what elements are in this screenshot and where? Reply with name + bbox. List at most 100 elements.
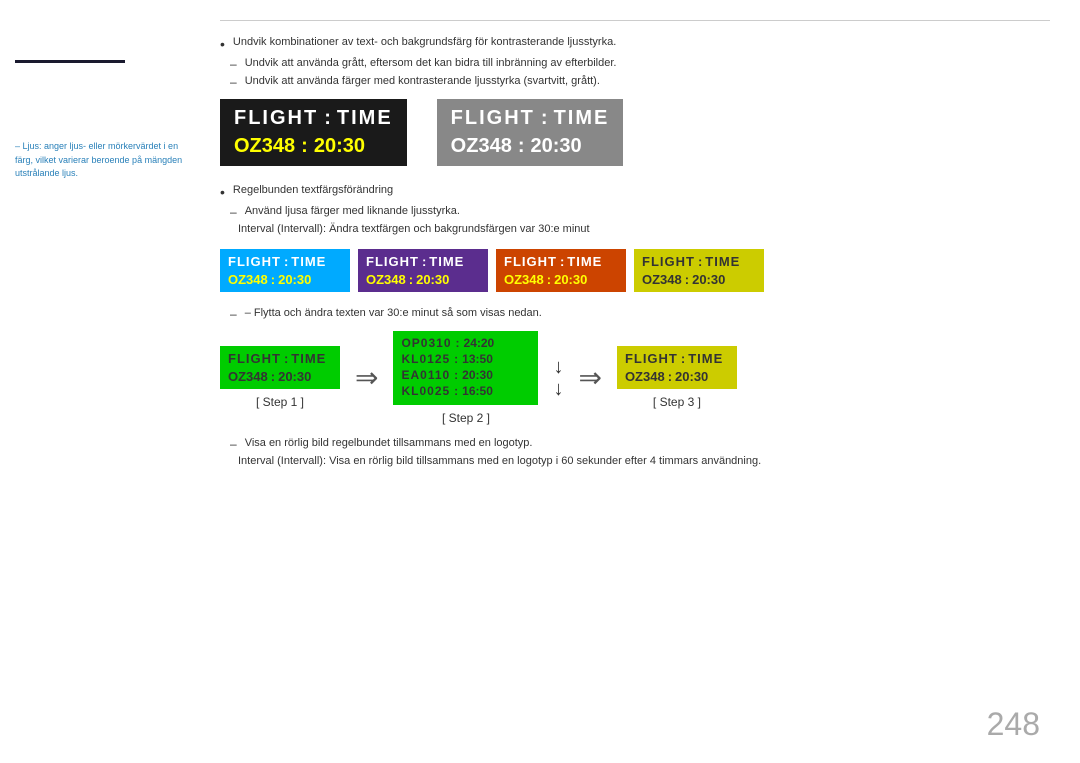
- orange-bottom: OZ348 : 20:30: [504, 272, 618, 287]
- mf-time-3: 20:30: [462, 368, 493, 382]
- mf-colon-4: :: [454, 384, 458, 398]
- mf-code-4: KL0025: [401, 384, 450, 398]
- dash-item-3: – Använd ljusa färger med liknande ljuss…: [220, 205, 1050, 219]
- arrow-down-group: ↓ ↓: [553, 357, 563, 399]
- sidebar: – Ljus: anger ljus- eller mörkervärdet i…: [0, 0, 200, 763]
- top-divider: [220, 20, 1050, 21]
- step1-colon2: :: [271, 369, 275, 384]
- cyan-bottom: OZ348 : 20:30: [228, 272, 342, 287]
- dash-text-4: Interval (Intervall): Ändra textfärgen o…: [238, 223, 590, 235]
- large-number-gray: OZ348: [451, 135, 512, 158]
- dash-item-1: – Undvik att använda grått, eftersom det…: [220, 57, 1050, 71]
- arrow-down-1: ↓: [553, 357, 563, 377]
- step1-label: FLIGHT: [228, 351, 281, 366]
- step3-wrapper: FLIGHT : TIME OZ348 : 20:30 [ Step 3 ]: [617, 346, 737, 409]
- purple-top: FLIGHT : TIME: [366, 254, 480, 269]
- mf-time-2: 13:50: [462, 352, 493, 366]
- mf-row-2: KL0125 : 13:50: [401, 352, 530, 366]
- dash-item-4: Interval (Intervall): Ändra textfärgen o…: [220, 223, 1050, 235]
- purple-colon2: :: [409, 272, 413, 287]
- cyan-number: OZ348: [228, 272, 268, 287]
- step3-timelabel: TIME: [688, 351, 723, 366]
- bottom-dash-1: –: [230, 437, 237, 451]
- step1-bottom: OZ348 : 20:30: [228, 369, 332, 384]
- page-number: 248: [987, 706, 1040, 743]
- step1-time: 20:30: [278, 369, 311, 384]
- mf-time-4: 16:50: [462, 384, 493, 398]
- flight-box-yellow: FLIGHT : TIME OZ348 : 20:30: [634, 249, 764, 292]
- step1-colon1: :: [284, 351, 288, 366]
- purple-bottom: OZ348 : 20:30: [366, 272, 480, 287]
- cyan-colon1: :: [284, 254, 288, 269]
- cyan-time: 20:30: [278, 272, 311, 287]
- yellow-label: FLIGHT: [642, 254, 695, 269]
- step2-label-text: [ Step 2 ]: [442, 411, 490, 425]
- yellow-time: 20:30: [692, 272, 725, 287]
- step-note-text: – Flytta och ändra texten var 30:e minut…: [245, 307, 542, 319]
- bullet-text-2: Regelbunden textfärgsförändring: [233, 184, 393, 196]
- orange-label: FLIGHT: [504, 254, 557, 269]
- dash-text-2: Undvik att använda färger med kontraster…: [245, 75, 600, 87]
- dash-mark-2: –: [230, 75, 237, 89]
- step3-time: 20:30: [675, 369, 708, 384]
- mf-code-2: KL0125: [401, 352, 450, 366]
- large-label-gray: FLIGHT: [451, 107, 535, 130]
- step2-wrapper: OP0310 : 24:20 KL0125 : 13:50 EA0110 : 2…: [393, 331, 538, 425]
- step1-number: OZ348: [228, 369, 268, 384]
- purple-timelabel: TIME: [429, 254, 464, 269]
- large-number-black: OZ348: [234, 135, 295, 158]
- dash-text-1: Undvik att använda grått, eftersom det k…: [245, 57, 617, 69]
- purple-colon1: :: [422, 254, 426, 269]
- step2-box: OP0310 : 24:20 KL0125 : 13:50 EA0110 : 2…: [393, 331, 538, 405]
- step1-top: FLIGHT : TIME: [228, 351, 332, 366]
- bottom-note-2: Interval (Intervall): Visa en rörlig bil…: [220, 455, 1050, 467]
- bullet-item-2: • Regelbunden textfärgsförändring: [220, 184, 1050, 201]
- dash-item-2: – Undvik att använda färger med kontrast…: [220, 75, 1050, 89]
- dash-mark-3: –: [230, 205, 237, 219]
- bullet-section-2: • Regelbunden textfärgsförändring – Anvä…: [220, 184, 1050, 235]
- yellow-colon1: :: [698, 254, 702, 269]
- orange-top: FLIGHT : TIME: [504, 254, 618, 269]
- yellow-top: FLIGHT : TIME: [642, 254, 756, 269]
- page-container: – Ljus: anger ljus- eller mörkervärdet i…: [0, 0, 1080, 763]
- mf-colon-2: :: [454, 352, 458, 366]
- cyan-label: FLIGHT: [228, 254, 281, 269]
- large-timelabel-black: TIME: [337, 107, 393, 130]
- step1-wrapper: FLIGHT : TIME OZ348 : 20:30 [ Step 1 ]: [220, 346, 340, 409]
- cyan-timelabel: TIME: [291, 254, 326, 269]
- orange-time: 20:30: [554, 272, 587, 287]
- bottom-notes: – Visa en rörlig bild regelbundet tillsa…: [220, 437, 1050, 467]
- step3-box: FLIGHT : TIME OZ348 : 20:30: [617, 346, 737, 389]
- step-note: – – Flytta och ändra texten var 30:e min…: [220, 307, 1050, 321]
- large-colon1-gray: :: [541, 107, 548, 130]
- cyan-colon2: :: [271, 272, 275, 287]
- steps-row: FLIGHT : TIME OZ348 : 20:30 [ Step 1 ] ⇒: [220, 331, 1050, 425]
- large-bottom-row-black: OZ348 : 20:30: [234, 135, 393, 158]
- large-timelabel-gray: TIME: [554, 107, 610, 130]
- step1-timelabel: TIME: [291, 351, 326, 366]
- purple-time: 20:30: [416, 272, 449, 287]
- yellow-timelabel: TIME: [705, 254, 740, 269]
- large-colon1-black: :: [324, 107, 331, 130]
- orange-colon2: :: [547, 272, 551, 287]
- mf-row-4: KL0025 : 16:50: [401, 384, 530, 398]
- step3-label-text: [ Step 3 ]: [653, 395, 701, 409]
- bullet-text-1: Undvik kombinationer av text- och bakgru…: [233, 36, 616, 48]
- orange-colon1: :: [560, 254, 564, 269]
- cyan-top: FLIGHT : TIME: [228, 254, 342, 269]
- large-displays-row: FLIGHT : TIME OZ348 : 20:30 FLIGHT : TIM…: [220, 99, 1050, 166]
- step3-colon2: :: [668, 369, 672, 384]
- yellow-number: OZ348: [642, 272, 682, 287]
- mf-colon-1: :: [456, 336, 460, 350]
- large-label-black: FLIGHT: [234, 107, 318, 130]
- mf-time-1: 24:20: [464, 336, 495, 350]
- large-top-row-gray: FLIGHT : TIME: [451, 107, 610, 130]
- bullet-item-1: • Undvik kombinationer av text- och bakg…: [220, 36, 1050, 53]
- dash-text-3: Använd ljusa färger med liknande ljussty…: [245, 205, 460, 217]
- step3-top: FLIGHT : TIME: [625, 351, 729, 366]
- step3-colon1: :: [681, 351, 685, 366]
- dash-mark-1: –: [230, 57, 237, 71]
- step3-label: FLIGHT: [625, 351, 678, 366]
- orange-timelabel: TIME: [567, 254, 602, 269]
- step1-label-text: [ Step 1 ]: [256, 395, 304, 409]
